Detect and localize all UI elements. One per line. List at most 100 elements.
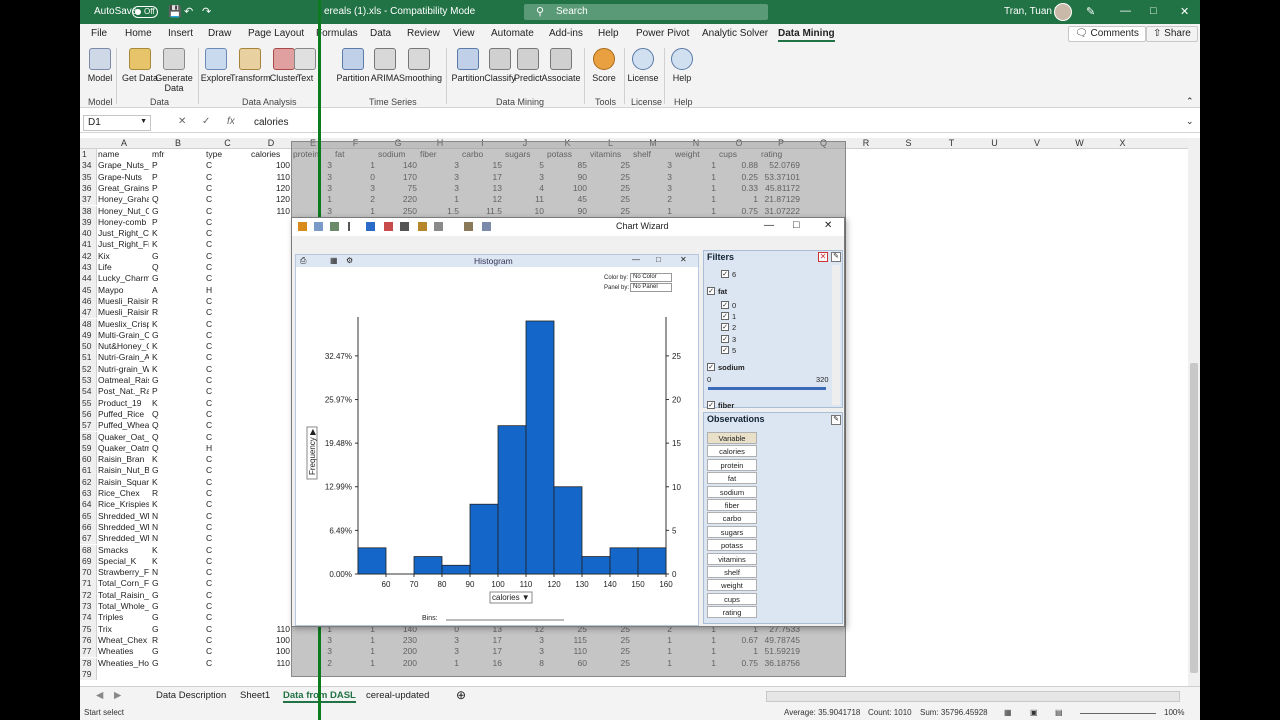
cell[interactable]: 110: [251, 206, 290, 217]
cell[interactable]: C: [206, 386, 248, 397]
cell[interactable]: Quaker_Oat_Squares: [98, 432, 149, 443]
cell[interactable]: C: [206, 488, 248, 499]
license-button[interactable]: License: [623, 48, 663, 83]
cell[interactable]: [251, 488, 290, 499]
export-icon[interactable]: [482, 222, 491, 231]
tab-cereal-updated[interactable]: cereal-updated: [366, 690, 429, 701]
row-number[interactable]: 64: [80, 499, 97, 511]
row-number[interactable]: 70: [80, 567, 97, 579]
copy-icon[interactable]: [464, 222, 473, 231]
pen-icon[interactable]: ✎: [1086, 5, 1095, 18]
cell[interactable]: Rice_Chex: [98, 488, 149, 499]
cell[interactable]: [251, 273, 290, 284]
cell[interactable]: G: [152, 612, 203, 623]
cell[interactable]: 12: [462, 194, 502, 205]
cell[interactable]: 5: [505, 160, 544, 171]
cell[interactable]: 120: [251, 183, 290, 194]
cell[interactable]: 110: [251, 172, 290, 183]
redo-icon[interactable]: ↷: [202, 5, 211, 18]
filter-fat-2[interactable]: ✓: [721, 323, 729, 331]
formula-input[interactable]: calories: [254, 117, 288, 128]
cell[interactable]: G: [152, 330, 203, 341]
wizard-close-icon[interactable]: ✕: [824, 220, 832, 231]
undo-icon[interactable]: ↶: [184, 5, 193, 18]
cell[interactable]: C: [206, 352, 248, 363]
cell[interactable]: Muesli_Raisins,_Dates,_&_A: [98, 296, 149, 307]
cell[interactable]: [251, 341, 290, 352]
cell[interactable]: [251, 499, 290, 510]
row-number[interactable]: 63: [80, 488, 97, 500]
cell[interactable]: protein: [293, 149, 332, 160]
status-zoom[interactable]: 100%: [1164, 708, 1184, 717]
cell[interactable]: C: [206, 567, 248, 578]
cell[interactable]: 0.75: [719, 658, 758, 669]
row-number[interactable]: 60: [80, 454, 97, 466]
cell[interactable]: 36.18756: [761, 658, 800, 669]
cell[interactable]: weight: [675, 149, 716, 160]
cell[interactable]: 2: [293, 658, 332, 669]
cell[interactable]: mfr: [152, 149, 203, 160]
cell[interactable]: C: [206, 612, 248, 623]
cell[interactable]: 25: [590, 160, 630, 171]
tab-data[interactable]: Data: [370, 28, 391, 39]
cell[interactable]: N: [152, 522, 203, 533]
cell[interactable]: 100: [251, 160, 290, 171]
row-number[interactable]: 48: [80, 318, 97, 330]
cell[interactable]: cups: [719, 149, 758, 160]
cell[interactable]: [378, 669, 417, 680]
text-button[interactable]: Text: [292, 48, 318, 83]
cell[interactable]: K: [152, 352, 203, 363]
column-header-w[interactable]: W: [1058, 138, 1101, 149]
tab-view[interactable]: View: [453, 28, 475, 39]
row-number[interactable]: 51: [80, 352, 97, 364]
row-number[interactable]: 57: [80, 420, 97, 432]
cell[interactable]: 1: [675, 635, 716, 646]
cell[interactable]: K: [152, 398, 203, 409]
cell[interactable]: [505, 669, 544, 680]
cell[interactable]: C: [206, 217, 248, 228]
cell[interactable]: 53.37101: [761, 172, 800, 183]
cell[interactable]: [98, 669, 149, 680]
cell[interactable]: C: [206, 172, 248, 183]
row-number[interactable]: 74: [80, 612, 97, 624]
line-chart-icon[interactable]: [314, 222, 323, 231]
cell[interactable]: K: [152, 477, 203, 488]
cell[interactable]: [251, 386, 290, 397]
prev-sheet-icon[interactable]: ◀: [96, 690, 103, 701]
variable-item-cups[interactable]: cups: [707, 592, 757, 605]
cell[interactable]: 1: [675, 646, 716, 657]
column-header-f[interactable]: F: [334, 138, 377, 149]
cell[interactable]: C: [206, 398, 248, 409]
cell[interactable]: 100: [547, 183, 587, 194]
associate-button[interactable]: Associate: [541, 48, 581, 83]
filters-close-icon[interactable]: ✕: [818, 252, 828, 262]
cell[interactable]: R: [152, 296, 203, 307]
variable-item-rating[interactable]: rating: [707, 606, 757, 619]
cell[interactable]: 3: [293, 172, 332, 183]
cell[interactable]: Q: [152, 420, 203, 431]
table-row[interactable]: 35 Grape-Nuts P C 110 3 0 170 3 17 3 90 25 3 1 0.25 53.3…: [80, 171, 1200, 183]
cell[interactable]: Muesli_Raisins,_Peaches,_: [98, 307, 149, 318]
variable-item-shelf[interactable]: shelf: [707, 566, 757, 578]
cell[interactable]: P: [152, 386, 203, 397]
cell[interactable]: [251, 601, 290, 612]
row-number[interactable]: 71: [80, 578, 97, 590]
cell[interactable]: C: [206, 206, 248, 217]
cell[interactable]: [251, 352, 290, 363]
enter-icon[interactable]: ✓: [202, 116, 210, 127]
tab-add-ins[interactable]: Add-ins: [549, 28, 583, 39]
cell[interactable]: 3: [335, 183, 375, 194]
cell[interactable]: C: [206, 319, 248, 330]
row-number[interactable]: 37: [80, 194, 97, 206]
cell[interactable]: 11: [505, 194, 544, 205]
cell[interactable]: 1: [420, 194, 459, 205]
cell[interactable]: Total_Corn_Flakes: [98, 578, 149, 589]
cell[interactable]: K: [152, 228, 203, 239]
histogram-settings-icon[interactable]: ⚙: [346, 256, 353, 265]
cell[interactable]: 1: [719, 646, 758, 657]
row-number[interactable]: 55: [80, 397, 97, 409]
cell[interactable]: type: [206, 149, 248, 160]
filter-fat-5[interactable]: ✓: [721, 346, 729, 354]
row-number[interactable]: 67: [80, 533, 97, 545]
cell[interactable]: Product_19: [98, 398, 149, 409]
